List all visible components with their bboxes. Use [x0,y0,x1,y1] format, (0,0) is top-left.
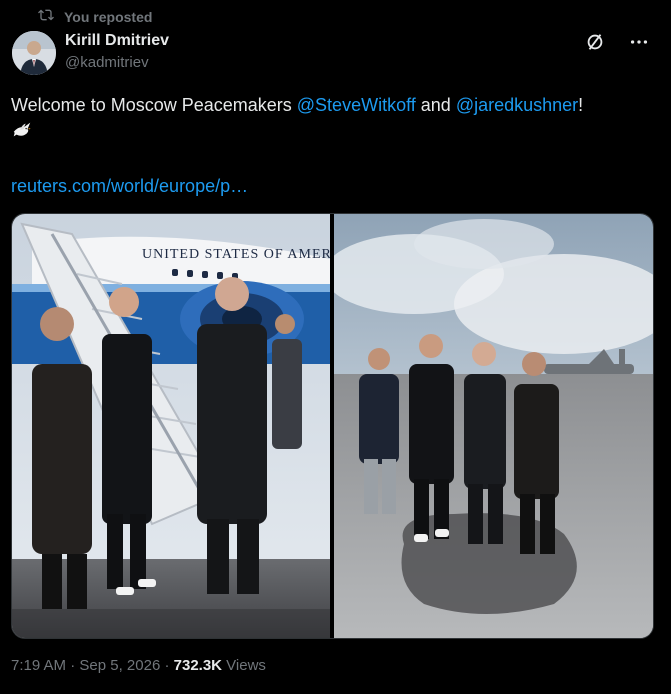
tweet-date[interactable]: Sep 5, 2026 [79,657,160,674]
photo-tarmac-walk[interactable] [334,214,653,638]
mention-stevewitkoff[interactable]: @SteveWitkoff [297,95,416,115]
tweet-text: Welcome to Moscow Peacemakers @SteveWitk… [11,93,651,141]
dove-emoji [11,119,33,141]
tweet-text-prefix: Welcome to Moscow Peacemakers [11,95,297,115]
tweet-text-suffix: ! [578,95,584,115]
meta-separator: · [66,657,80,674]
photo-airplane-stairs[interactable]: UNITED STATES OF AMERICA [12,214,330,638]
tweet-text-and: and [415,95,456,115]
views-label: Views [222,657,266,674]
grok-icon[interactable] [583,30,607,54]
plane-livery-text: UNITED STATES OF AMERICA [142,247,330,262]
author-handle[interactable]: @kadmitriev [65,54,169,71]
media-grid: UNITED STATES OF AMERICA [11,213,654,639]
views-count[interactable]: 732.3K [174,657,222,674]
mention-jaredkushner[interactable]: @jaredkushner [456,95,578,115]
tweet-time[interactable]: 7:19 AM [11,657,66,674]
repost-indicator[interactable]: You reposted [38,7,152,26]
repost-icon [38,7,54,26]
tweet-metadata: 7:19 AM · Sep 5, 2026 · 732.3K Views [11,657,266,674]
avatar[interactable] [12,31,56,75]
article-link[interactable]: reuters.com/world/europe/p… [11,176,248,197]
repost-label: You reposted [64,8,153,25]
meta-separator: · [160,657,174,674]
author-display-name[interactable]: Kirill Dmitriev [65,32,169,50]
more-icon[interactable] [627,30,651,54]
